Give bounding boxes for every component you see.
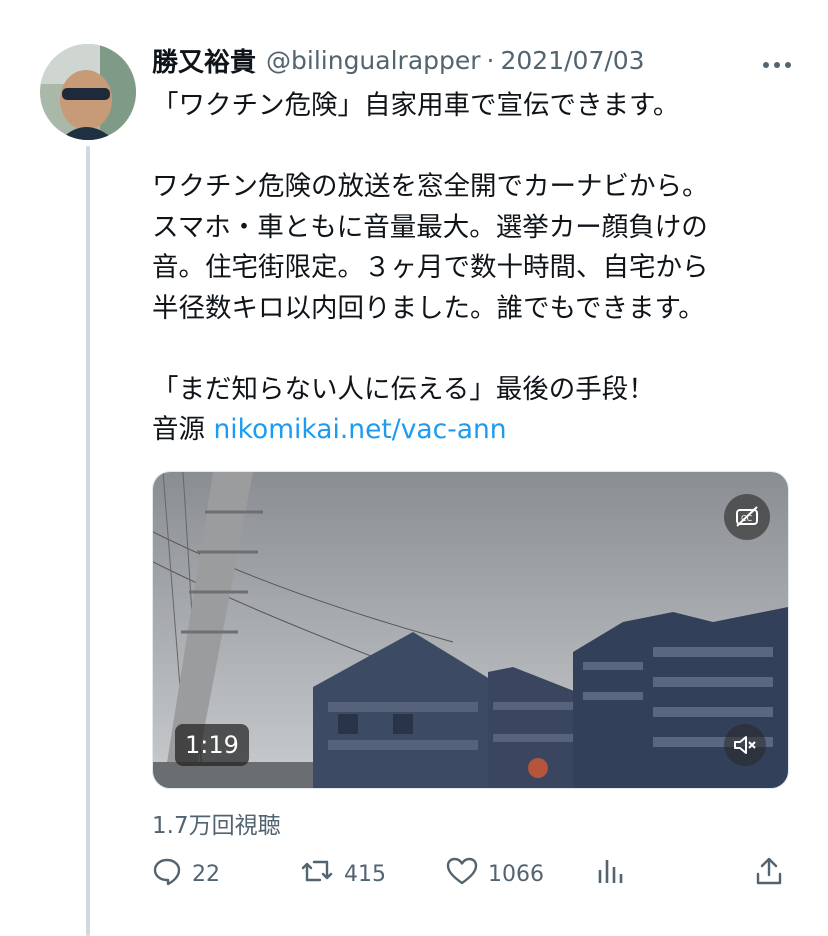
like-button[interactable]: 1066	[446, 852, 544, 896]
tweet-line: 音。住宅街限定。３ヶ月で数十時間、自宅から	[152, 252, 709, 283]
tweet-line-gap	[152, 329, 792, 370]
tweet-date[interactable]: 2021/07/03	[501, 46, 645, 75]
source-line: 音源 nikomikai.net/vac-ann	[152, 410, 792, 451]
tweet-line: ワクチン危険の放送を窓全開でカーナビから。	[152, 171, 709, 202]
reply-button[interactable]: 22	[152, 852, 220, 896]
analytics-icon	[596, 856, 624, 892]
analytics-button[interactable]	[596, 852, 624, 896]
avatar-photo	[40, 44, 136, 140]
tweet-line: 「まだ知らない人に伝える」最後の手段！	[152, 373, 655, 405]
reply-icon	[152, 856, 182, 892]
view-count: 1.7万回視聴	[152, 813, 281, 839]
reply-count: 22	[192, 861, 220, 887]
more-icon[interactable]	[762, 46, 792, 76]
source-link[interactable]: nikomikai.net/vac-ann	[213, 414, 506, 445]
retweet-count: 415	[344, 861, 386, 887]
action-bar: 22 415 1066	[152, 852, 792, 896]
avatar[interactable]	[40, 44, 136, 140]
share-icon	[754, 856, 784, 892]
header-separator: ·	[486, 45, 495, 75]
captions-off-icon[interactable]: CC	[724, 494, 770, 540]
retweet-button[interactable]: 415	[300, 852, 386, 896]
tweet-line-gap	[152, 127, 792, 168]
author-name[interactable]: 勝又裕貴	[152, 42, 256, 79]
tweet-header: 勝又裕貴 @bilingualrapper · 2021/07/03	[152, 38, 792, 82]
tweet-line: スマホ・車ともに音量最大。選挙カー顔負けの	[152, 211, 708, 243]
source-prefix: 音源	[152, 414, 205, 445]
tweet-text: 「ワクチン危険」自家用車で宣伝できます。 ワクチン危険の放送を窓全開でカーナビか…	[152, 86, 792, 451]
author-handle[interactable]: @bilingualrapper	[266, 46, 481, 75]
thread-line	[86, 146, 90, 936]
video-player[interactable]: CC 1:19	[152, 471, 789, 789]
like-count: 1066	[488, 861, 544, 887]
muted-speaker-icon[interactable]	[724, 724, 766, 766]
tweet-line: 「ワクチン危険」自家用車で宣伝できます。	[152, 90, 680, 121]
retweet-icon	[300, 856, 334, 892]
heart-icon	[446, 856, 478, 892]
tweet-line: 半径数キロ以内回りました。誰でもできます。	[152, 292, 705, 324]
video-duration: 1:19	[175, 724, 249, 766]
share-button[interactable]	[754, 852, 784, 896]
